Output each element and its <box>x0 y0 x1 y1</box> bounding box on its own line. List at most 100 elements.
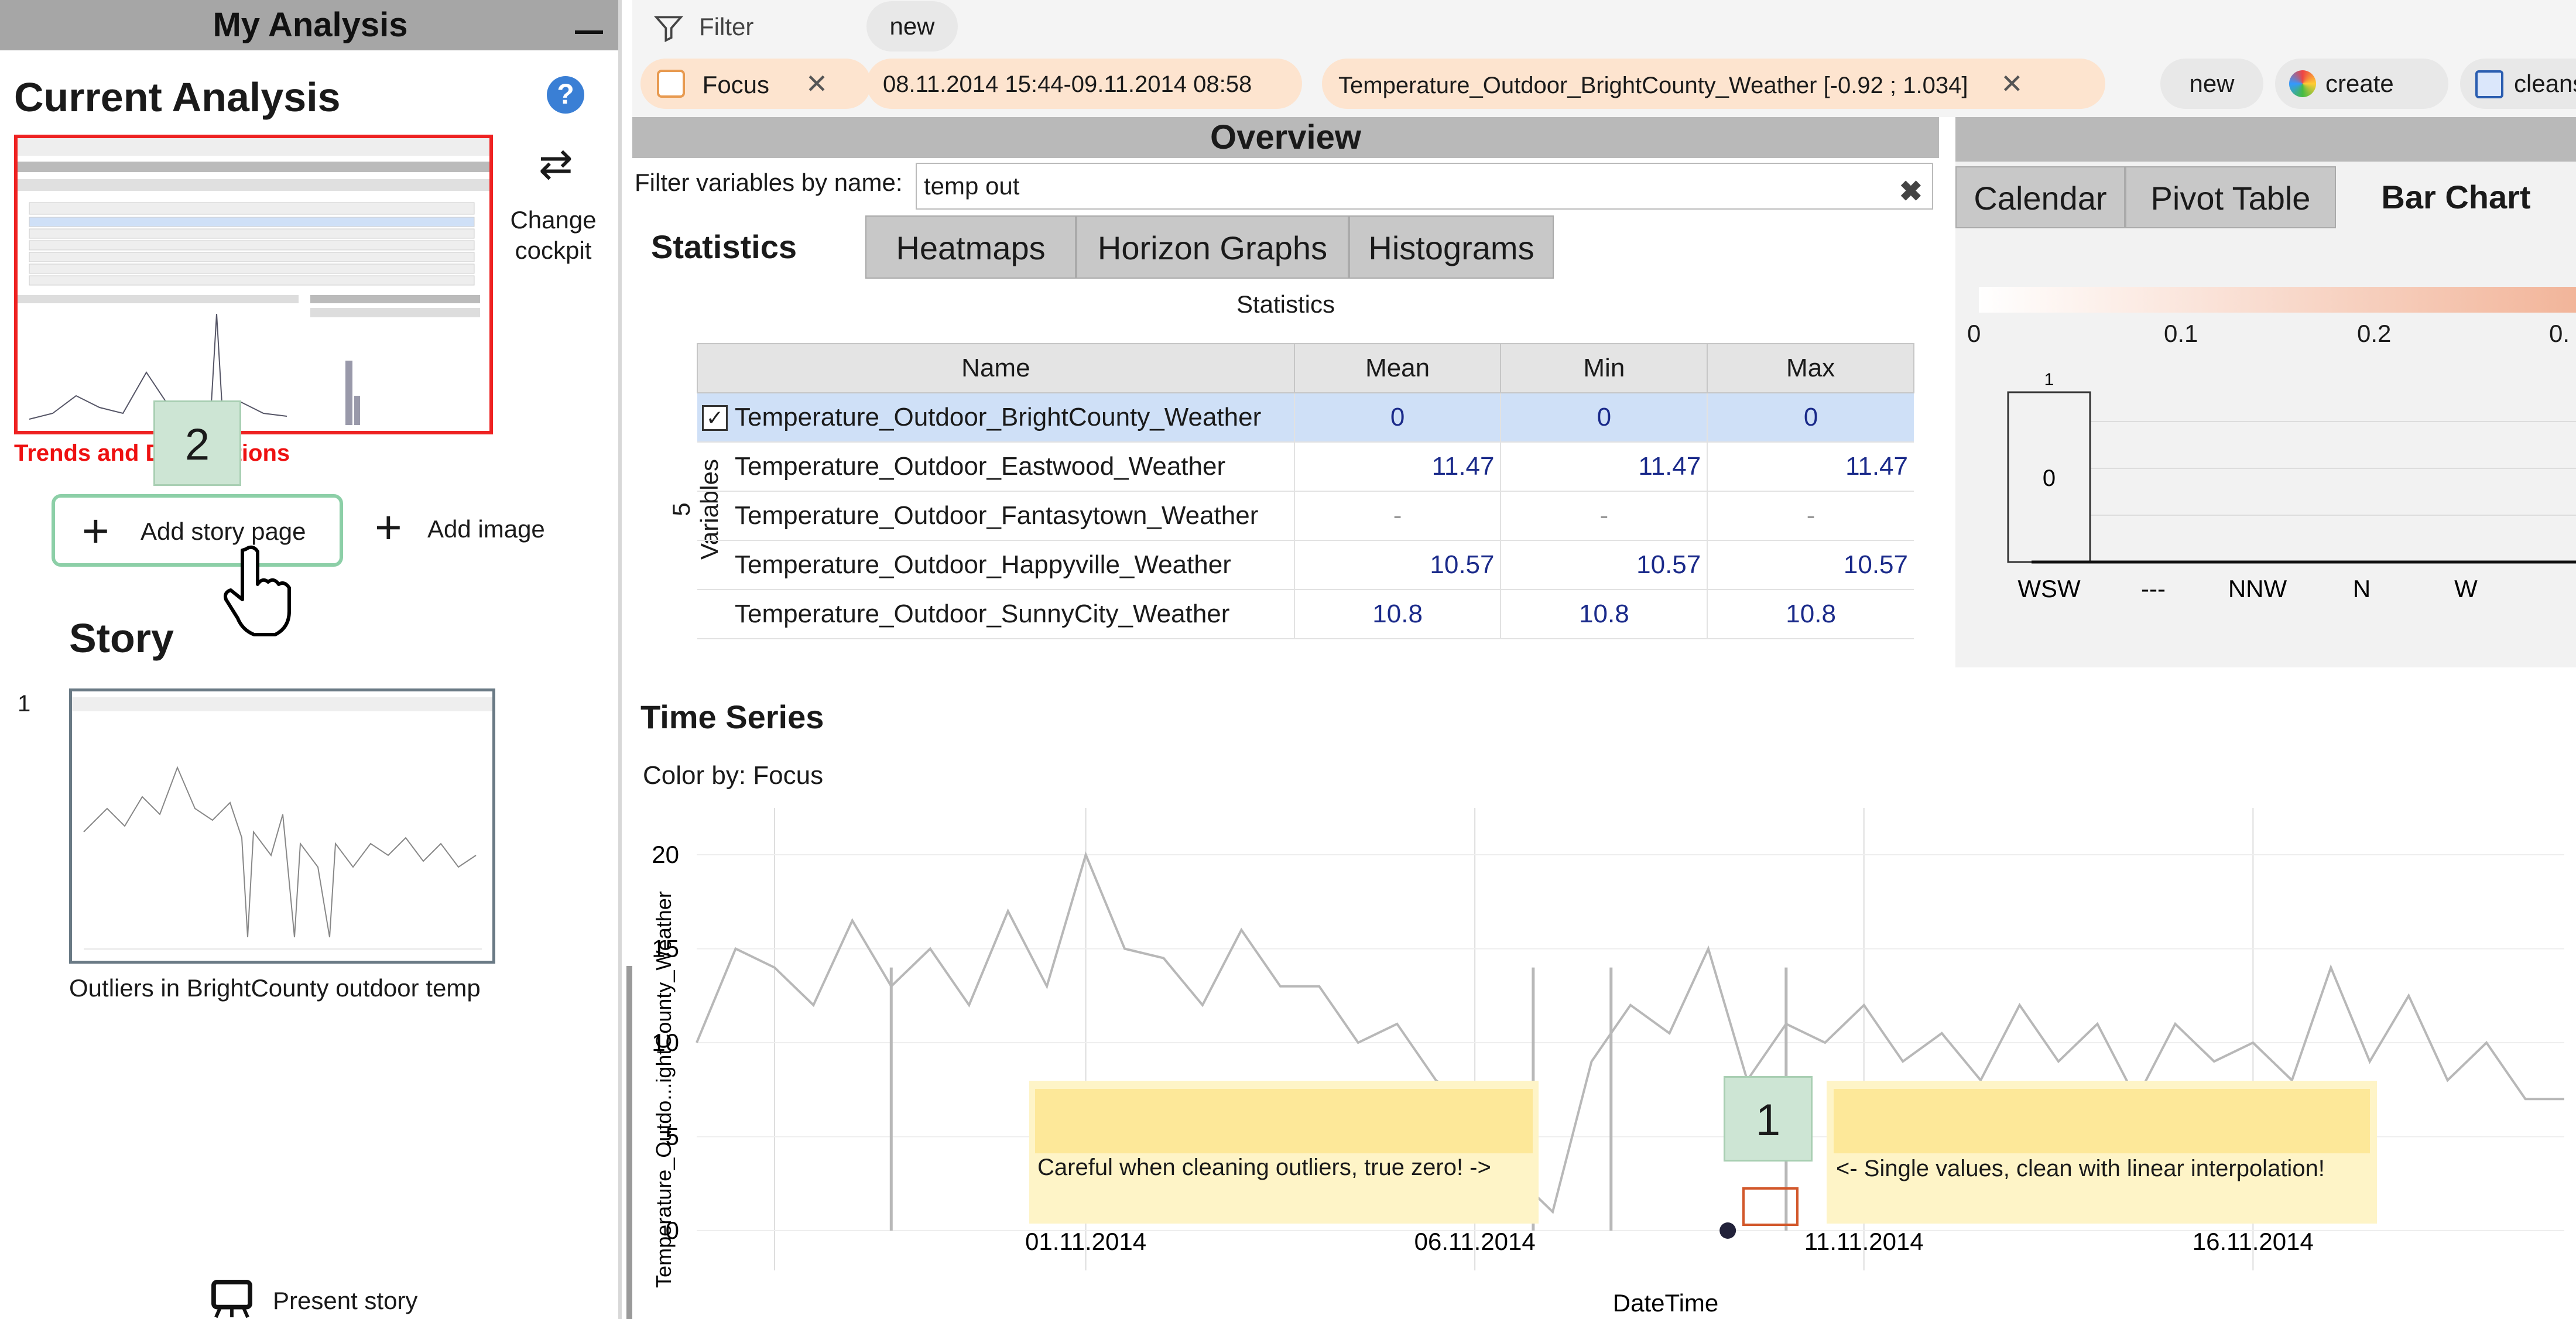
row-max: 11.47 <box>1707 442 1914 492</box>
tab-heatmaps[interactable]: Heatmaps <box>865 215 1076 279</box>
focus-chip[interactable]: Focus ✕ <box>640 59 871 109</box>
new-button[interactable]: new <box>2160 59 2263 109</box>
change-cockpit-icon[interactable]: ⇄ <box>539 141 573 187</box>
palette-icon <box>2289 70 2316 97</box>
create-button[interactable]: create <box>2275 59 2448 109</box>
current-analysis-thumbnail[interactable] <box>14 135 493 434</box>
help-icon[interactable]: ? <box>547 76 584 114</box>
column-header-name[interactable]: Name <box>697 343 1295 393</box>
bar-category-label: --- <box>2141 575 2166 602</box>
story-item-thumbnail[interactable] <box>69 688 495 964</box>
row-checkbox[interactable]: ✓ <box>702 405 728 431</box>
row-max: 10.57 <box>1707 540 1914 590</box>
y-axis-label: Temperature_Outdo...ightCounty_Weather <box>652 891 676 1288</box>
annotation-single-values[interactable]: <- Single values, clean with linear inte… <box>1827 1081 2377 1224</box>
row-min: 10.57 <box>1500 540 1708 590</box>
change-cockpit-label[interactable]: Change cockpit <box>503 205 603 266</box>
story-preview-image <box>72 691 492 961</box>
current-analysis-caption: Trends and Distributions <box>14 440 290 466</box>
row-mean: 0 <box>1293 393 1501 443</box>
annotation-header <box>1834 1089 2370 1153</box>
color-scale-tick: 0.1 <box>2164 320 2198 347</box>
overview-title: Overview <box>632 117 1939 158</box>
filter-variables-label: Filter variables by name: <box>635 169 903 196</box>
color-by-label[interactable]: Color by: Focus <box>643 761 823 790</box>
tab-pivot-table[interactable]: Pivot Table <box>2125 166 2336 228</box>
table-row[interactable]: Temperature_Outdoor_SunnyCity_Weather 10… <box>697 590 1914 639</box>
bar-value-label: 1 <box>2044 370 2054 389</box>
clear-icon[interactable]: ✖ <box>1899 170 1923 214</box>
row-name: Temperature_Outdoor_BrightCounty_Weather <box>735 403 1262 431</box>
table-row[interactable]: Temperature_Outdoor_Fantasytown_Weather … <box>697 491 1914 541</box>
row-max: 10.8 <box>1707 590 1914 639</box>
annotation-right-text: <- Single values, clean with linear inte… <box>1836 1156 2325 1181</box>
focus-chip-label: Focus <box>702 71 770 98</box>
row-min: 11.47 <box>1500 442 1708 492</box>
x-tick-label: 01.11.2014 <box>1025 1228 1146 1255</box>
color-scale-tick: 0. <box>2549 320 2570 347</box>
close-icon[interactable]: ✕ <box>806 68 828 99</box>
row-max: - <box>1707 491 1914 541</box>
panel-splitter[interactable] <box>618 0 622 1319</box>
story-item-number: 1 <box>18 691 31 717</box>
column-header-mean[interactable]: Mean <box>1293 343 1502 393</box>
close-icon[interactable]: ✕ <box>2000 68 2023 99</box>
add-story-page-label: Add story page <box>141 518 306 545</box>
plus-icon[interactable]: + <box>375 504 402 551</box>
filter-label: Filter <box>699 13 754 40</box>
create-button-label: create <box>2325 70 2394 97</box>
bar-category-label: W <box>2454 575 2478 602</box>
add-image-button[interactable]: Add image <box>427 515 545 543</box>
column-header-max[interactable]: Max <box>1707 343 1914 393</box>
row-name: Temperature_Outdoor_Happyville_Weather <box>697 540 1294 590</box>
new-filter-chip[interactable]: new <box>866 1 958 52</box>
annotation-true-zero[interactable]: Careful when cleaning outliers, true zer… <box>1029 1081 1539 1224</box>
table-row[interactable]: Temperature_Outdoor_Eastwood_Weather 11.… <box>697 442 1914 492</box>
tab-histograms[interactable]: Histograms <box>1349 215 1554 279</box>
bar-category-label: NNW <box>2228 575 2287 602</box>
edit-icon <box>2475 70 2503 98</box>
value-range-label: Temperature_Outdoor_BrightCounty_Weather… <box>1338 73 1968 98</box>
row-min: 0 <box>1500 393 1708 443</box>
x-axis-label: DateTime <box>1613 1289 1719 1317</box>
table-header-row: Name Mean Min Max <box>697 343 1914 393</box>
present-story-button[interactable]: Present story <box>273 1287 417 1315</box>
table-row[interactable]: Temperature_Outdoor_Happyville_Weather 1… <box>697 540 1914 590</box>
y-tick-label: 20 <box>652 841 679 868</box>
row-name: Temperature_Outdoor_Fantasytown_Weather <box>697 491 1294 541</box>
value-range-chip[interactable]: Temperature_Outdoor_BrightCounty_Weather… <box>1322 59 2105 109</box>
filter-variables-value: temp out <box>924 172 1020 200</box>
row-mean: 10.8 <box>1293 590 1501 639</box>
x-tick-label: 06.11.2014 <box>1414 1228 1536 1255</box>
thumbnail-preview-image <box>18 138 489 431</box>
color-scale-tick: 0 <box>1967 320 1981 347</box>
row-mean: 11.47 <box>1293 442 1501 492</box>
focus-highlight-box <box>1742 1187 1799 1226</box>
date-range-label: 08.11.2014 15:44-09.11.2014 08:58 <box>883 71 1252 97</box>
minimize-icon[interactable] <box>575 14 603 37</box>
date-range-chip[interactable]: 08.11.2014 15:44-09.11.2014 08:58 ✕ <box>866 59 1302 150</box>
my-analysis-header: My Analysis <box>0 0 621 50</box>
focus-checkbox[interactable] <box>657 70 685 98</box>
bar-inner-label: 0 <box>2043 465 2056 491</box>
present-story-icon[interactable] <box>208 1280 255 1318</box>
step-badge-2: 2 <box>153 400 241 486</box>
column-header-min[interactable]: Min <box>1500 343 1708 393</box>
step-badge-1: 1 <box>1724 1076 1813 1162</box>
tab-calendar[interactable]: Calendar <box>1955 166 2125 228</box>
bar-chart: 1 0 WSW --- NNW N W <box>2007 370 2576 602</box>
tab-horizon-graphs[interactable]: Horizon Graphs <box>1076 215 1349 279</box>
cleanse-button[interactable]: cleanse <box>2460 59 2576 109</box>
overview-panel: Overview Filter variables by name: temp … <box>632 117 1939 667</box>
tab-bar-chart[interactable]: Bar Chart <box>2336 166 2576 228</box>
focus-point <box>1719 1222 1736 1239</box>
tab-statistics[interactable]: Statistics <box>636 215 847 279</box>
filter-icon[interactable] <box>652 12 685 44</box>
row-mean: - <box>1293 491 1501 541</box>
table-row[interactable]: ✓ Temperature_Outdoor_BrightCounty_Weath… <box>697 393 1914 443</box>
x-tick-label: 11.11.2014 <box>1804 1228 1924 1255</box>
filter-variables-input[interactable]: temp out ✖ <box>916 163 1933 210</box>
plus-icon: + <box>82 505 109 557</box>
right-panel-header <box>1955 117 2576 162</box>
row-min: 10.8 <box>1500 590 1708 639</box>
